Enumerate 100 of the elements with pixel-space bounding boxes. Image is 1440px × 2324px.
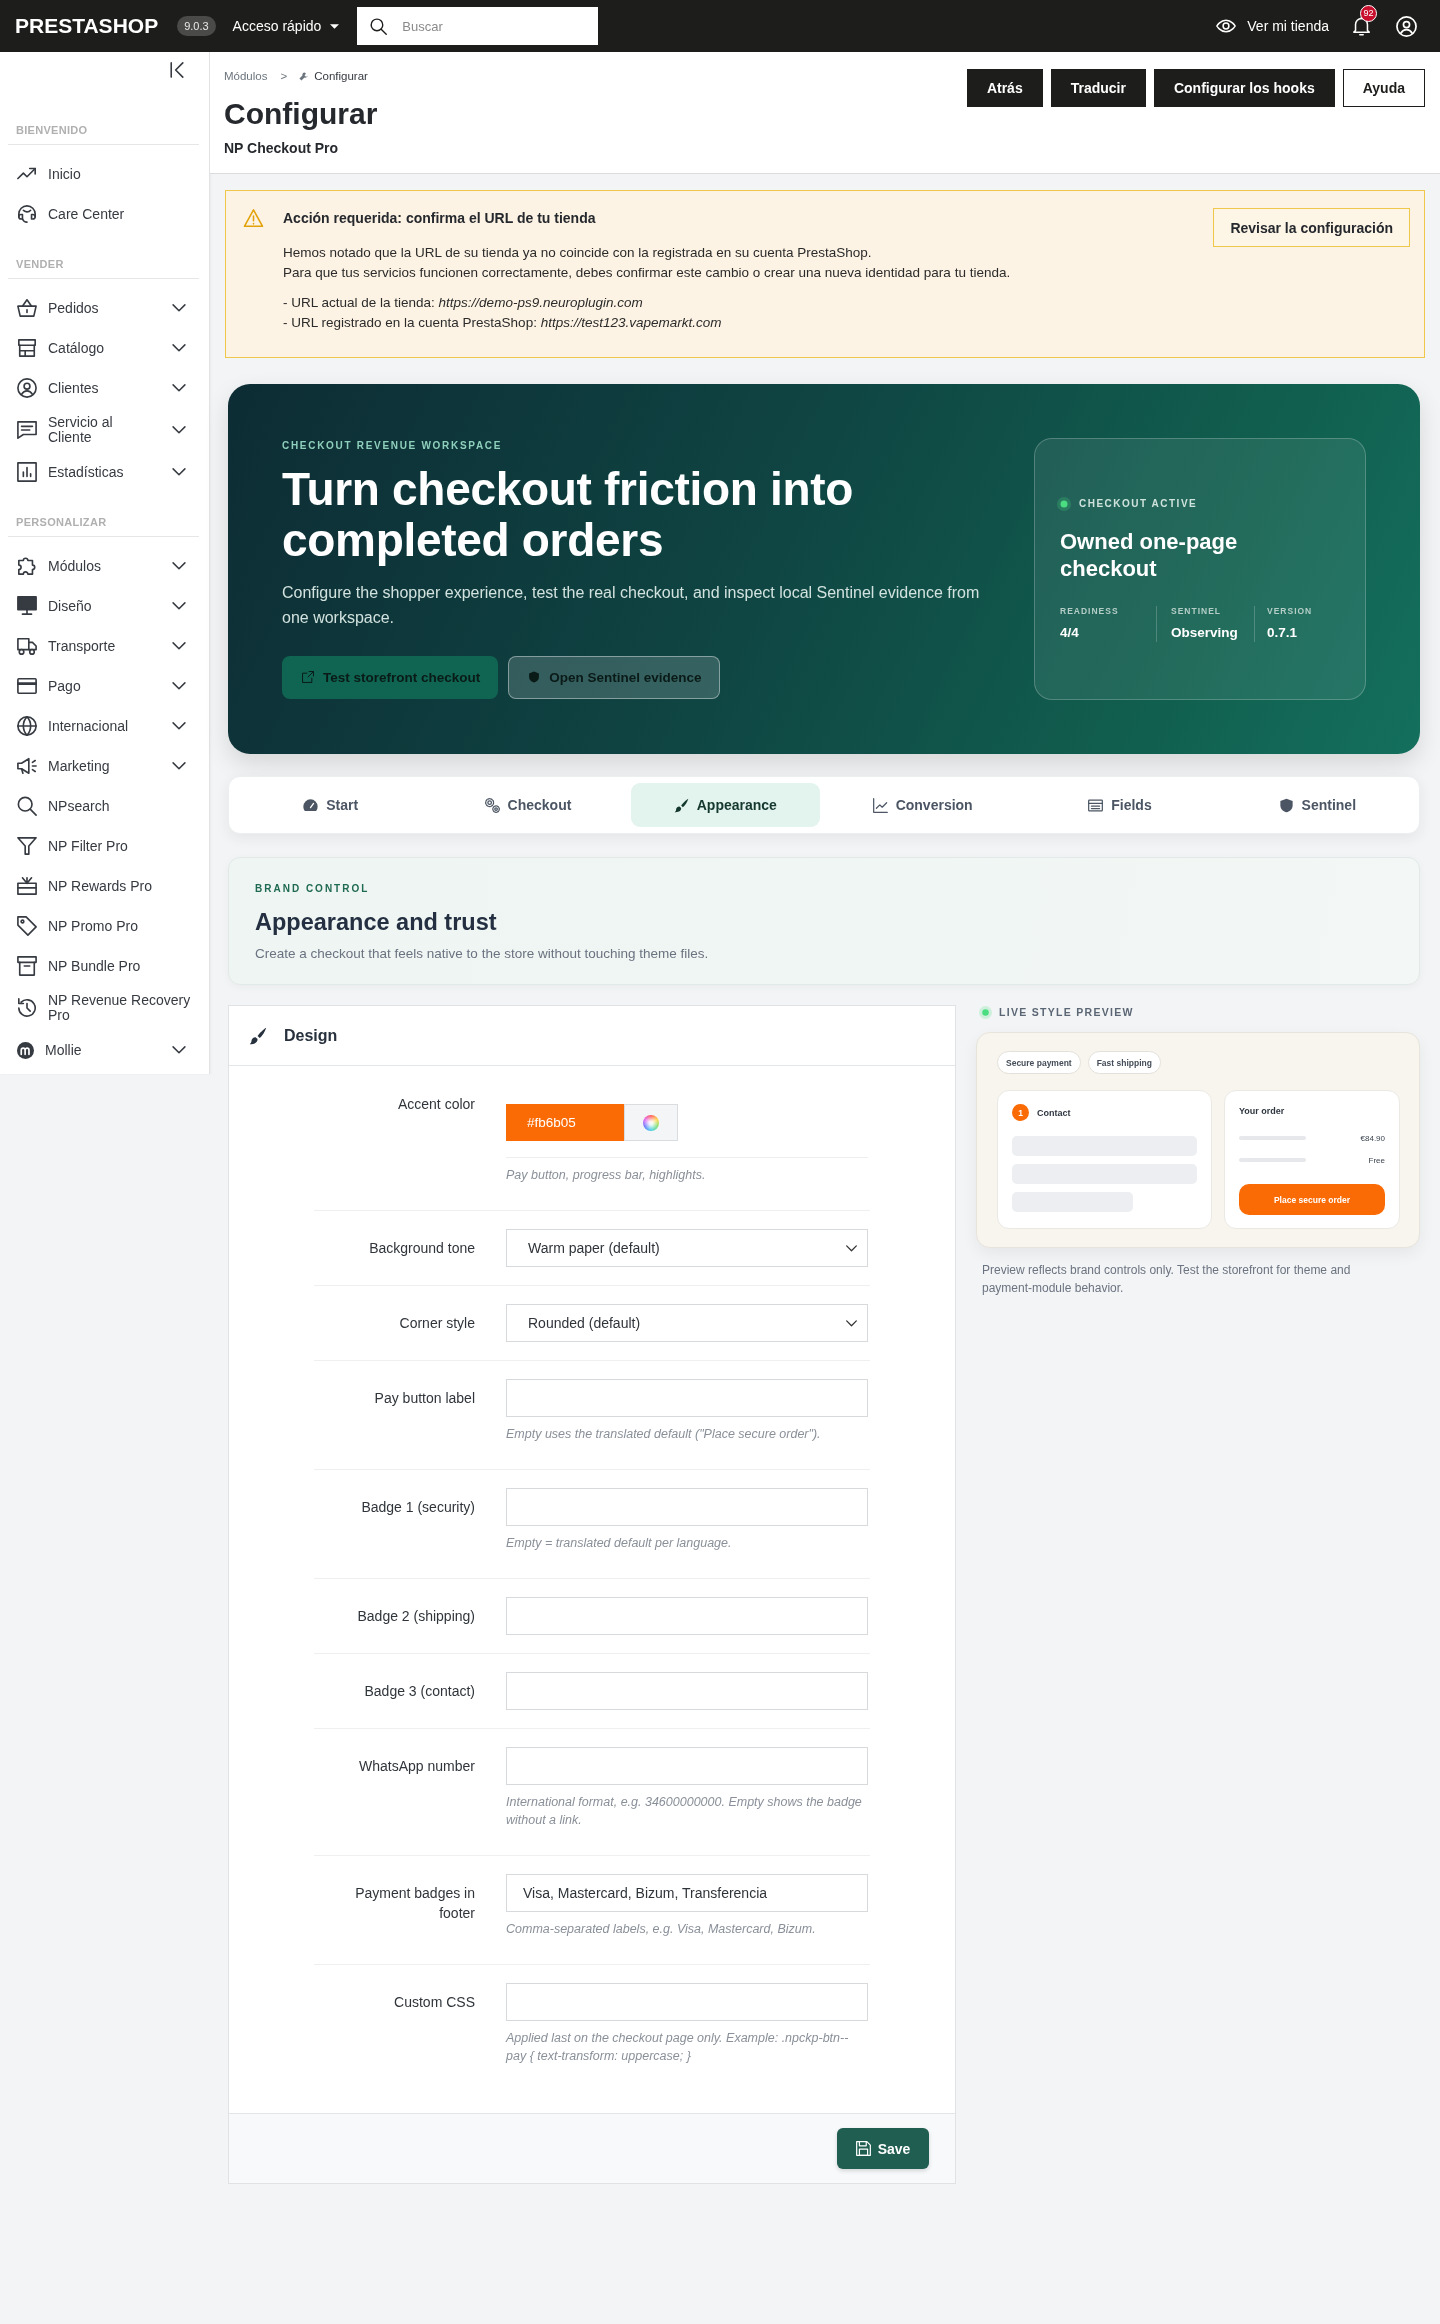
archive-box-icon xyxy=(17,956,37,976)
version-badge: 9.0.3 xyxy=(177,16,216,36)
select-field[interactable]: Warm paper (default) xyxy=(506,1229,868,1267)
workspace-tab[interactable]: Fields xyxy=(1025,783,1215,827)
page-title: Configurar xyxy=(224,96,378,132)
sidebar-item[interactable]: Care Center xyxy=(0,194,209,234)
tag-icon xyxy=(17,916,37,936)
funnel-icon xyxy=(17,836,37,856)
text-input-field[interactable] xyxy=(506,1983,868,2021)
preview-caption: Preview reflects brand controls only. Test the storefront for theme and payment-module behavior. xyxy=(981,1262,1352,1297)
text-input-field[interactable] xyxy=(506,1672,868,1710)
sidebar-item[interactable]: Pago xyxy=(0,666,209,706)
chevron-down-icon xyxy=(172,384,186,392)
stat-value: Observing xyxy=(1171,623,1239,642)
shield-icon xyxy=(1278,797,1294,813)
field-help: Comma-separated labels, e.g. Visa, Mastercard, Bizum. xyxy=(506,1921,817,1938)
field-help: Empty uses the translated default ("Place secure order"). xyxy=(506,1426,822,1443)
hero-description: Configure the shopper experience, test the real checkout, and inspect local Sentinel evidence from one workspace. xyxy=(282,582,981,628)
alert-detail: - URL actual de la tienda: https://demo-ps9.neuroplugin.com xyxy=(283,294,644,312)
shield-icon xyxy=(528,671,541,683)
chevron-down-icon xyxy=(172,468,186,476)
status-title: Owned one-page checkout xyxy=(1060,527,1239,582)
sidebar-item[interactable]: Estadísticas xyxy=(0,452,209,492)
save-button[interactable]: Save xyxy=(837,2128,929,2169)
text-input-field[interactable] xyxy=(506,1379,868,1417)
field-help: Applied last on the checkout page only. Example: .npckp-btn--pay { text-transform: uppercase; } xyxy=(506,2030,850,2065)
breadcrumb-separator: > xyxy=(280,69,288,83)
hero-title: Turn checkout friction into completed orders xyxy=(282,463,855,566)
sidebar-item[interactable]: Inicio xyxy=(0,154,209,194)
sidebar-item[interactable]: Internacional xyxy=(0,706,209,746)
sidebar-item[interactable]: Transporte xyxy=(0,626,209,666)
card-title: Your order xyxy=(1239,1105,1286,1117)
sidebar-item[interactable]: Mollie xyxy=(0,1030,209,1070)
section-title: Appearance and trust xyxy=(255,908,498,937)
workspace-tab[interactable]: Checkout xyxy=(433,783,623,827)
history-icon xyxy=(17,998,37,1018)
breadcrumb-link[interactable]: Módulos xyxy=(224,69,268,83)
stat-value: 0.7.1 xyxy=(1267,623,1299,642)
sidebar-item[interactable]: NPsearch xyxy=(0,786,209,826)
section-heading: PERSONALIZAR xyxy=(15,515,108,529)
workspace-tab[interactable]: Sentinel xyxy=(1222,783,1412,827)
section-heading: BIENVENIDO xyxy=(15,123,89,137)
alert-title: Acción requerida: confirma el URL de tu tienda xyxy=(283,209,597,228)
stat-value: 4/4 xyxy=(1060,623,1080,642)
bell-icon[interactable] xyxy=(1353,16,1370,36)
view-store-link[interactable]: Ver mi tienda xyxy=(1216,18,1329,34)
chevron-down-icon xyxy=(172,682,186,690)
bar-chart-icon xyxy=(17,462,37,482)
price-text: Free xyxy=(1368,1155,1385,1165)
sidebar-item[interactable]: Diseño xyxy=(0,586,209,626)
workspace-tab[interactable]: Appearance xyxy=(630,783,820,827)
step-number: 1 xyxy=(1012,1104,1029,1121)
caret-icon xyxy=(330,23,340,29)
sidebar-item[interactable]: NP Promo Pro xyxy=(0,906,209,946)
logo-icon xyxy=(17,1041,34,1059)
chevron-down-icon xyxy=(172,426,186,434)
sidebar-item[interactable]: Servicio al Cliente xyxy=(0,408,209,452)
header-action-button[interactable]: Configurar los hooks xyxy=(1153,69,1335,107)
chevron-down-icon xyxy=(172,344,186,352)
message-icon xyxy=(17,420,37,440)
sidebar-item[interactable]: NP Revenue Recovery Pro xyxy=(0,986,209,1030)
stat-label: VERSION xyxy=(1267,605,1313,616)
text-input-field[interactable] xyxy=(506,1597,868,1635)
text-input-field[interactable]: Visa, Mastercard, Bizum, Transferencia xyxy=(506,1874,868,1912)
quick-access-menu[interactable]: Acceso rápido xyxy=(232,18,340,34)
sidebar-item[interactable]: NP Bundle Pro xyxy=(0,946,209,986)
text-input-field[interactable] xyxy=(506,1488,868,1526)
header-action-button[interactable]: Ayuda xyxy=(1342,69,1425,107)
trust-badge: Fast shipping xyxy=(1087,1051,1161,1074)
sidebar-item[interactable]: Clientes xyxy=(0,368,209,408)
header-action-button[interactable]: Traducir xyxy=(1050,69,1146,107)
field-label: Badge 1 (security) xyxy=(360,1498,475,1517)
breadcrumb-current: Configurar xyxy=(314,69,368,83)
section-description: Create a checkout that feels native to the store without touching theme files. xyxy=(255,945,710,963)
header-action-button[interactable]: Atrás xyxy=(966,69,1043,107)
workspace-tab[interactable]: Conversion xyxy=(828,783,1018,827)
field-label: WhatsApp number xyxy=(358,1757,475,1776)
text-input-field[interactable] xyxy=(506,1747,868,1785)
sidebar-item[interactable]: Módulos xyxy=(0,546,209,586)
app-logo[interactable]: PRESTASHOP xyxy=(15,14,159,38)
user-circle-icon xyxy=(17,378,37,398)
review-settings-button[interactable]: Revisar la configuración xyxy=(1213,208,1410,247)
sidebar-item[interactable]: NP Filter Pro xyxy=(0,826,209,866)
workspace-tab[interactable]: Start xyxy=(236,783,426,827)
user-account-icon[interactable] xyxy=(1396,15,1417,37)
collapse-sidebar-icon[interactable] xyxy=(170,62,184,78)
panel-title: Design xyxy=(284,1026,338,1045)
sidebar-item[interactable]: NP Rewards Pro xyxy=(0,866,209,906)
color-picker-button[interactable] xyxy=(624,1104,678,1141)
field-help: International format, e.g. 34600000000. Empty shows the badge without a link. xyxy=(506,1794,863,1829)
sidebar-item[interactable]: Pedidos xyxy=(0,288,209,328)
sidebar-item[interactable]: Catálogo xyxy=(0,328,209,368)
live-dot-icon xyxy=(979,1005,992,1019)
chevron-down-icon xyxy=(172,642,186,650)
chevron-down-icon xyxy=(172,722,186,730)
puzzle-icon xyxy=(17,556,37,576)
select-field[interactable]: Rounded (default) xyxy=(506,1304,868,1342)
sidebar-item[interactable]: Marketing xyxy=(0,746,209,786)
search-field[interactable]: Buscar xyxy=(357,7,599,45)
field-label: Badge 2 (shipping) xyxy=(356,1607,475,1626)
